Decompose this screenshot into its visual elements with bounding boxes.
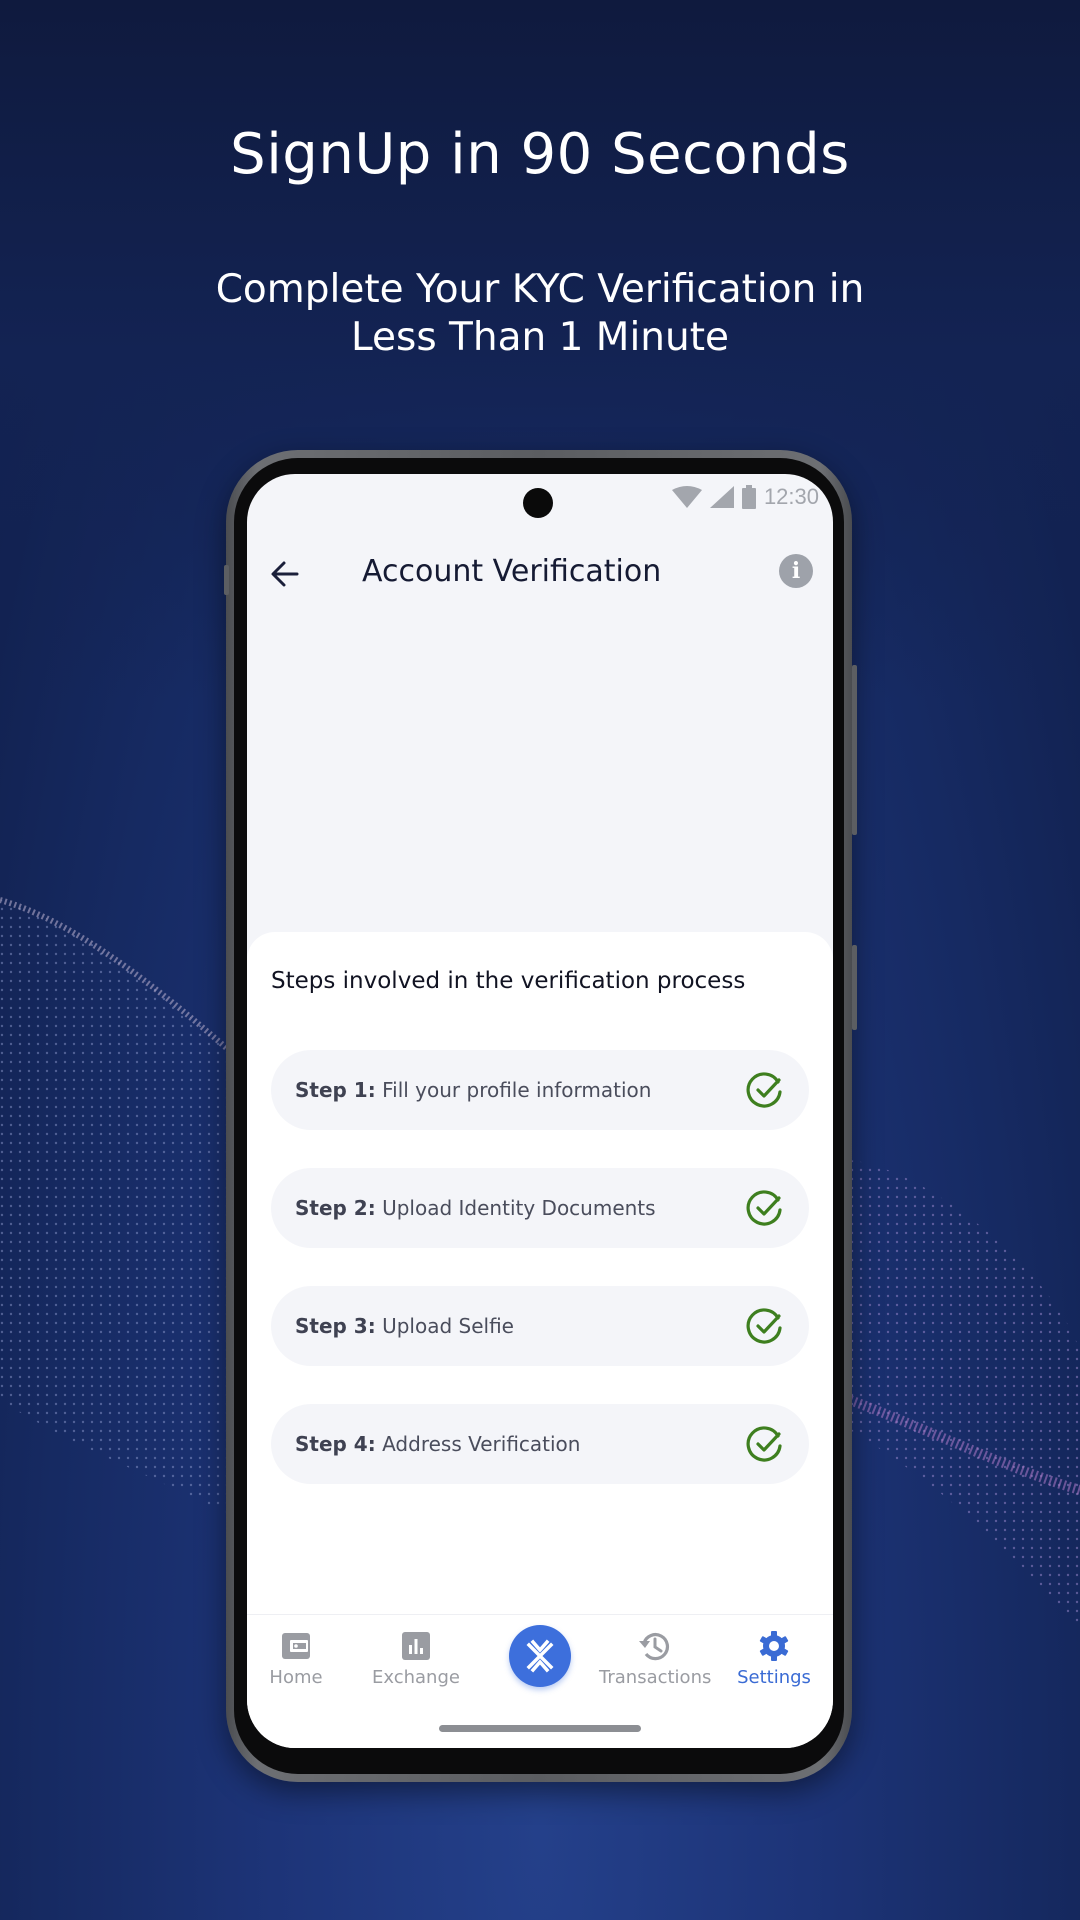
nav-label: Exchange — [372, 1667, 460, 1688]
status-time: 12:30 — [763, 484, 819, 509]
verification-steps-sheet: Steps involved in the verification proce… — [247, 932, 833, 1632]
phone-side-button — [852, 945, 857, 1030]
dotted-wave-right — [850, 1160, 1080, 1630]
front-camera — [523, 488, 553, 518]
step-item-2[interactable]: Step 2: Upload Identity Documents — [271, 1168, 809, 1248]
app-logo-icon — [526, 1639, 554, 1673]
step-text: Step 2: Upload Identity Documents — [295, 1196, 656, 1220]
step-label: Step 1: — [295, 1078, 376, 1102]
promo-subheadline-line-2: Less Than 1 Minute — [350, 315, 730, 360]
check-circle-icon — [746, 1426, 782, 1462]
step-label: Step 2: — [295, 1196, 376, 1220]
step-description: Upload Selfie — [382, 1314, 514, 1338]
phone-side-button — [224, 565, 229, 595]
step-description: Fill your profile information — [382, 1078, 652, 1102]
info-icon[interactable]: i — [779, 554, 813, 588]
back-arrow-icon[interactable] — [267, 556, 303, 592]
phone-side-button — [852, 665, 857, 835]
promo-subheadline-line-1: Complete Your KYC Verification in — [215, 267, 865, 312]
page-title: Account Verification — [362, 554, 662, 589]
nav-item-home[interactable]: Home — [247, 1629, 351, 1688]
check-circle-icon — [746, 1072, 782, 1108]
bar-chart-icon — [402, 1632, 430, 1660]
step-item-1[interactable]: Step 1: Fill your profile information — [271, 1050, 809, 1130]
step-description: Upload Identity Documents — [382, 1196, 656, 1220]
nav-label: Transactions — [599, 1667, 712, 1688]
home-indicator[interactable] — [439, 1725, 641, 1732]
history-icon — [639, 1633, 670, 1661]
step-item-4[interactable]: Step 4: Address Verification — [271, 1404, 809, 1484]
promo-headline: SignUp in 90 Seconds — [230, 122, 850, 187]
promo-subheadline: Complete Your KYC Verification in Less T… — [0, 266, 1080, 362]
nav-label: Home — [269, 1667, 323, 1688]
status-bar: 12:30 — [671, 484, 819, 510]
nav-item-exchange[interactable]: Exchange — [361, 1629, 471, 1688]
nav-label: Settings — [737, 1667, 811, 1688]
signal-icon — [709, 486, 734, 508]
nav-item-center-logo[interactable] — [509, 1625, 571, 1687]
step-text: Step 4: Address Verification — [295, 1432, 580, 1456]
step-description: Address Verification — [382, 1432, 581, 1456]
step-text: Step 1: Fill your profile information — [295, 1078, 651, 1102]
app-bar: Account Verification i — [247, 534, 833, 614]
battery-icon — [741, 485, 756, 509]
steps-heading: Steps involved in the verification proce… — [271, 968, 746, 994]
wifi-icon — [671, 486, 702, 508]
step-text: Step 3: Upload Selfie — [295, 1314, 514, 1338]
check-circle-icon — [746, 1190, 782, 1226]
gear-icon — [759, 1631, 789, 1661]
wallet-icon — [282, 1633, 310, 1659]
step-label: Step 4: — [295, 1432, 376, 1456]
step-item-3[interactable]: Step 3: Upload Selfie — [271, 1286, 809, 1366]
step-label: Step 3: — [295, 1314, 376, 1338]
app-screen: 12:30 Account Verification i Steps invol… — [247, 474, 833, 1748]
dotted-wave-left — [0, 897, 240, 1520]
check-circle-icon — [746, 1308, 782, 1344]
nav-item-transactions[interactable]: Transactions — [599, 1629, 712, 1688]
nav-item-settings[interactable]: Settings — [719, 1629, 829, 1688]
